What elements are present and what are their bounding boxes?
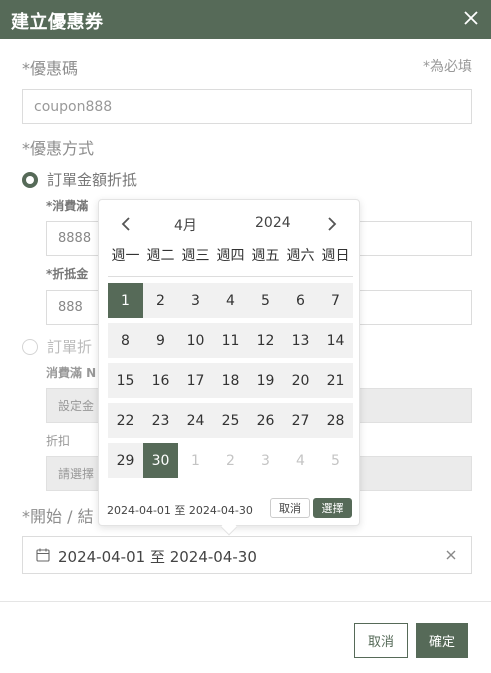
radio-order-amount[interactable] (22, 172, 38, 188)
discount-amount-label: *折抵金 (46, 267, 89, 281)
day-cell[interactable]: 13 (283, 323, 318, 358)
picker-pointer (220, 518, 238, 536)
day-cell-next-month: 2 (226, 452, 235, 469)
day-cell[interactable]: 20 (283, 363, 318, 398)
min-spend-label: 消費滿 N (46, 366, 97, 380)
weekday-wed: 週三 (181, 248, 210, 264)
coupon-code-label: *優惠碼 (22, 59, 79, 78)
day-cell[interactable]: 24 (178, 403, 213, 438)
day-cell-next-month: 4 (296, 452, 305, 469)
modal-header: 建立優惠券 (0, 0, 491, 39)
day-cell-selected[interactable]: 1 (108, 283, 143, 318)
calendar-week: 1 2 3 4 5 6 7 (108, 283, 353, 318)
coupon-code-input[interactable]: coupon888 (22, 89, 472, 124)
weekday-sat: 週六 (286, 248, 315, 264)
required-note: *為必填 (423, 59, 472, 75)
clear-icon[interactable] (445, 549, 457, 561)
day-cell[interactable]: 25 (213, 403, 248, 438)
day-cell[interactable]: 14 (318, 323, 353, 358)
day-cell[interactable]: 6 (283, 283, 318, 318)
day-cell[interactable]: 8 (108, 323, 143, 358)
day-cell[interactable]: 3 (178, 283, 213, 318)
weekday-divider (108, 276, 353, 277)
day-cell[interactable]: 5 (248, 283, 283, 318)
date-range-value: 2024-04-01 至 2024-04-30 (58, 548, 257, 566)
calendar-grid: 1 2 3 4 5 6 7 8 9 10 11 12 13 14 15 16 1… (108, 283, 353, 483)
day-cell[interactable]: 27 (283, 403, 318, 438)
day-cell[interactable]: 19 (248, 363, 283, 398)
day-cell[interactable]: 21 (318, 363, 353, 398)
chevron-right-icon[interactable] (324, 216, 338, 232)
day-cell[interactable]: 10 (178, 323, 213, 358)
discount-method-label: *優惠方式 (22, 139, 95, 158)
picker-month[interactable]: 4月 (174, 215, 197, 235)
radio-order-amount-label: 訂單金額折抵 (47, 171, 138, 189)
close-icon[interactable] (459, 6, 483, 30)
calendar-week: 15 16 17 18 19 20 21 (108, 363, 353, 398)
day-cell-next-month: 3 (261, 452, 270, 469)
day-cell[interactable]: 29 (108, 443, 143, 478)
day-cell[interactable]: 15 (108, 363, 143, 398)
day-cell[interactable]: 12 (248, 323, 283, 358)
day-cell[interactable]: 7 (318, 283, 353, 318)
weekday-tue: 週二 (146, 248, 175, 264)
radio-order-percent[interactable] (22, 339, 38, 355)
day-cell[interactable]: 9 (143, 323, 178, 358)
confirm-button[interactable]: 確定 (416, 623, 468, 658)
create-coupon-modal: 建立優惠券 *優惠碼 *為必填 coupon888 *優惠方式 訂單金額折抵 *… (0, 0, 491, 673)
picker-cancel-button[interactable]: 取消 (270, 498, 310, 518)
modal-title: 建立優惠券 (11, 12, 104, 33)
picker-range-text: 2024-04-01 至 2024-04-30 (107, 504, 253, 517)
radio-order-percent-label: 訂單折 (47, 338, 93, 356)
weekday-mon: 週一 (111, 248, 140, 264)
threshold-label: *消費滿 (46, 199, 89, 213)
picker-year[interactable]: 2024 (255, 215, 291, 231)
weekday-thu: 週四 (216, 248, 245, 264)
date-range-field[interactable]: 2024-04-01 至 2024-04-30 (22, 536, 472, 574)
day-cell[interactable]: 2 (143, 283, 178, 318)
percent-discount-label: 折扣 (46, 434, 71, 448)
day-cell[interactable]: 11 (213, 323, 248, 358)
weekday-sun: 週日 (321, 248, 350, 264)
day-cell[interactable]: 16 (143, 363, 178, 398)
weekday-fri: 週五 (251, 248, 280, 264)
picker-choose-button[interactable]: 選擇 (313, 498, 352, 518)
day-cell[interactable]: 17 (178, 363, 213, 398)
day-cell[interactable]: 26 (248, 403, 283, 438)
day-cell-next-month: 5 (331, 452, 340, 469)
day-cell[interactable]: 28 (318, 403, 353, 438)
date-picker-popup: 4月 2024 週一 週二 週三 週四 週五 週六 週日 1 2 3 4 5 6… (98, 199, 360, 536)
period-label: *開始 / 結 (22, 507, 94, 526)
day-cell[interactable]: 18 (213, 363, 248, 398)
day-cell-next-month: 1 (191, 452, 200, 469)
chevron-left-icon[interactable] (120, 216, 134, 232)
calendar-week: 8 9 10 11 12 13 14 (108, 323, 353, 358)
footer-divider (0, 601, 491, 602)
weekday-header: 週一 週二 週三 週四 週五 週六 週日 (108, 245, 353, 267)
day-cell[interactable]: 4 (213, 283, 248, 318)
day-cell-selected[interactable]: 30 (143, 443, 178, 478)
calendar-week: 22 23 24 25 26 27 28 (108, 403, 353, 438)
calendar-icon (36, 548, 50, 562)
cancel-button[interactable]: 取消 (354, 623, 408, 658)
day-cell[interactable]: 23 (143, 403, 178, 438)
day-cell[interactable]: 22 (108, 403, 143, 438)
calendar-week: 29 30 1 2 3 4 5 (108, 443, 353, 478)
